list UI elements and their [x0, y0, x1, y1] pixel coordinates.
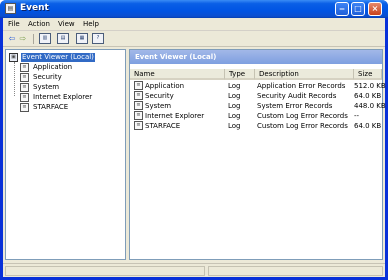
- row-name: Internet Explorer: [145, 112, 205, 120]
- row-size: 448.0 KB: [354, 102, 386, 110]
- tree-item-label: Application: [33, 63, 73, 71]
- minimize-button[interactable]: ‒: [335, 2, 349, 16]
- row-type: Log: [228, 92, 241, 100]
- properties-icon[interactable]: ▤: [57, 33, 69, 44]
- table-row[interactable]: ≡ Internet Explorer Log Custom Log Error…: [130, 111, 382, 121]
- tree-item-label: STARFACE: [33, 103, 69, 111]
- log-icon: ≡: [20, 63, 29, 72]
- log-icon: ≡: [134, 101, 143, 110]
- window-title: Event: [20, 3, 49, 13]
- log-icon: ≡: [134, 111, 143, 120]
- title-bar: ▤ Event ‒ □ ×: [0, 0, 388, 18]
- column-header-description[interactable]: Description: [255, 69, 354, 80]
- tree-item-label: Internet Explorer: [33, 93, 93, 101]
- table-row[interactable]: ≡ Application Log Application Error Reco…: [130, 81, 386, 91]
- computer-icon: ▣: [9, 53, 18, 62]
- tree-item-label: System: [33, 83, 60, 91]
- table-row[interactable]: ≡ System Log System Error Records 448.0 …: [130, 101, 386, 111]
- status-segment-secondary: [208, 266, 383, 276]
- help-icon[interactable]: ?: [92, 33, 104, 44]
- log-icon: ≡: [20, 83, 29, 92]
- log-icon: ≡: [134, 91, 143, 100]
- table-row[interactable]: ≡ Security Log Security Audit Records 64…: [130, 91, 382, 101]
- row-size: --: [354, 112, 360, 120]
- row-description: System Error Records: [257, 102, 333, 110]
- column-header-size[interactable]: Size: [354, 69, 382, 80]
- log-icon: ≡: [134, 121, 143, 130]
- row-type: Log: [228, 122, 241, 130]
- close-button[interactable]: ×: [368, 2, 382, 16]
- log-icon: ≡: [134, 81, 143, 90]
- event-viewer-window: ▤ Event ‒ □ × File Action View Help ⇦ ⇨ …: [0, 0, 388, 280]
- row-description: Custom Log Error Records: [257, 112, 348, 120]
- row-name: STARFACE: [145, 122, 181, 130]
- row-description: Application Error Records: [257, 82, 346, 90]
- row-type: Log: [228, 82, 241, 90]
- toolbar: ⇦ ⇨ ▥ ▤ ▦ ?: [3, 31, 385, 47]
- show-hide-console-tree-icon[interactable]: ▥: [39, 33, 51, 44]
- maximize-button[interactable]: □: [351, 2, 365, 16]
- tree-item-label: Security: [33, 73, 62, 81]
- status-bar: [3, 263, 385, 277]
- details-pane-header: Event Viewer (Local): [130, 50, 382, 64]
- log-icon: ≡: [20, 93, 29, 102]
- status-segment-main: [5, 266, 205, 276]
- toolbar-separator: [33, 34, 34, 44]
- row-description: Security Audit Records: [257, 92, 337, 100]
- details-pane[interactable]: Event Viewer (Local) Name Type Descripti…: [129, 49, 386, 260]
- row-name: Security: [145, 92, 174, 100]
- row-type: Log: [228, 112, 241, 120]
- tree-connector: [14, 62, 15, 96]
- column-header-type[interactable]: Type: [225, 69, 255, 80]
- column-header-name[interactable]: Name: [130, 69, 225, 80]
- row-name: Application: [145, 82, 185, 90]
- row-description: Custom Log Error Records: [257, 122, 348, 130]
- row-size: 64.0 KB: [354, 92, 382, 100]
- row-type: Log: [228, 102, 241, 110]
- row-size: 64.0 KB: [354, 122, 382, 130]
- row-name: System: [145, 102, 172, 110]
- forward-arrow-icon[interactable]: ⇨: [17, 33, 29, 44]
- log-icon: ≡: [20, 73, 29, 82]
- table-row[interactable]: ≡ STARFACE Log Custom Log Error Records …: [130, 121, 382, 131]
- event-viewer-app-icon: ▤: [5, 3, 16, 14]
- menu-help[interactable]: Help: [83, 20, 99, 28]
- menu-bar: File Action View Help: [3, 18, 385, 31]
- console-tree-pane[interactable]: ▣ Event Viewer (Local) ≡ Application ≡ S…: [5, 49, 126, 260]
- export-list-icon[interactable]: ▦: [76, 33, 88, 44]
- row-size: 512.0 KB: [354, 82, 386, 90]
- log-icon: ≡: [20, 103, 29, 112]
- menu-view[interactable]: View: [58, 20, 75, 28]
- menu-file[interactable]: File: [8, 20, 20, 28]
- menu-action[interactable]: Action: [28, 20, 50, 28]
- tree-root-label: Event Viewer (Local): [21, 53, 95, 62]
